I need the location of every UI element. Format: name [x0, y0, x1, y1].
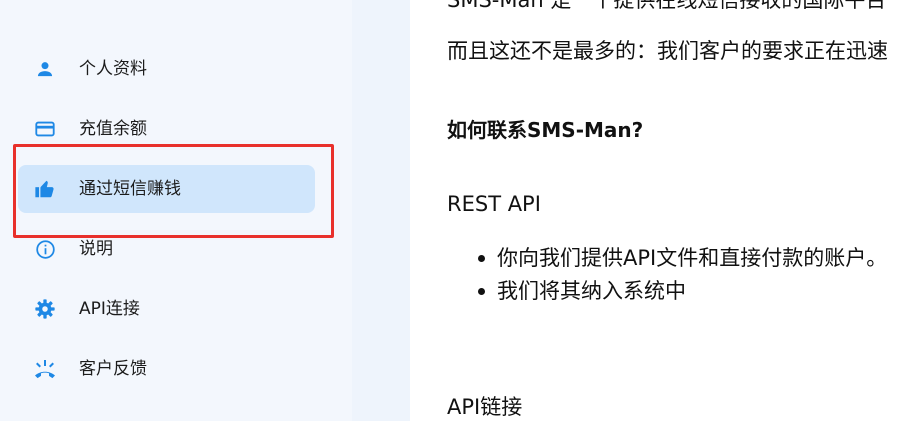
sidebar-item-api[interactable]: API连接 [18, 285, 315, 333]
intro-paragraph: 而且这还不是最多的：我们客户的要求正在迅速 [447, 39, 888, 63]
section-heading: 如何联系SMS-Man? [447, 118, 644, 142]
highlight-box [13, 144, 334, 238]
main-content: SMS-Man 是一个提供在线短信接收的国际平台 而且这还不是最多的：我们客户的… [447, 0, 917, 421]
gear-icon [33, 297, 57, 321]
sidebar-item-label: 个人资料 [79, 59, 147, 79]
bullet-dot [478, 288, 485, 295]
list-item-text: 你向我们提供API文件和直接付款的账户。 [497, 246, 888, 270]
sidebar-item-label: 客户反馈 [79, 359, 147, 379]
person-icon [33, 57, 57, 81]
method-label: REST API [447, 192, 541, 216]
bullet-dot [478, 255, 485, 262]
sidebar-item-label: 充值余额 [79, 119, 147, 139]
sidebar-item-feedback[interactable]: 客户反馈 [18, 345, 315, 393]
content-gutter [352, 0, 410, 421]
sidebar-item-profile[interactable]: 个人资料 [18, 45, 315, 93]
sidebar-item-label: 说明 [79, 239, 113, 259]
sidebar: 个人资料 充值余额 通过短信赚钱 说明 API连接 客户反馈 [0, 0, 352, 421]
info-icon [33, 237, 57, 261]
list-item: 我们将其纳入系统中 [447, 277, 887, 310]
sidebar-item-label: API连接 [79, 299, 140, 319]
bullet-list: 你向我们提供API文件和直接付款的账户。 我们将其纳入系统中 [447, 244, 887, 310]
list-item: 你向我们提供API文件和直接付款的账户。 [447, 244, 887, 277]
intro-top-line: SMS-Man 是一个提供在线短信接收的国际平台 [447, 0, 887, 12]
phone-callback-icon [33, 357, 57, 381]
api-link[interactable]: API链接 [447, 393, 522, 421]
credit-card-icon [33, 117, 57, 141]
list-item-text: 我们将其纳入系统中 [497, 279, 686, 303]
